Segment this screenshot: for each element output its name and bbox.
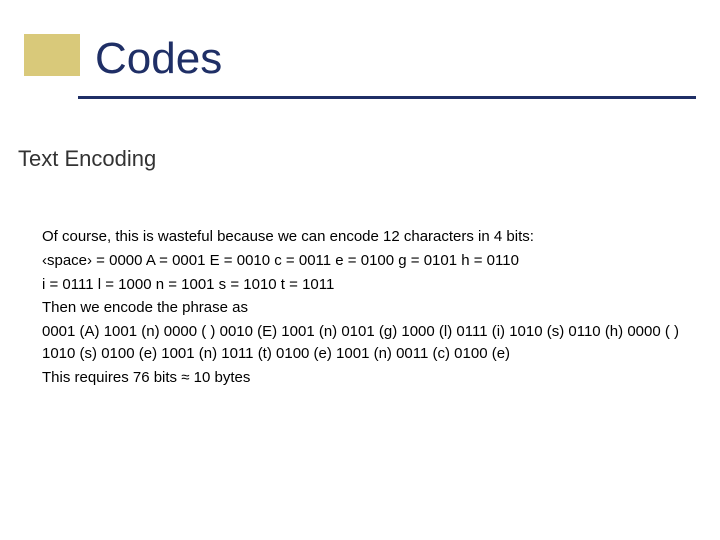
slide-subtitle: Text Encoding bbox=[18, 146, 156, 172]
slide: Codes Text Encoding Of course, this is w… bbox=[0, 0, 720, 540]
body-line-3: i = 0111 l = 1000 n = 1001 s = 1010 t = … bbox=[42, 274, 682, 296]
body-line-4: Then we encode the phrase as bbox=[42, 297, 682, 319]
body-line-2: ‹space› = 0000 A = 0001 E = 0010 c = 001… bbox=[42, 250, 682, 272]
slide-title: Codes bbox=[95, 34, 222, 84]
accent-block-icon bbox=[24, 34, 80, 76]
body-line-5: 0001 (A) 1001 (n) 0000 ( ) 0010 (E) 1001… bbox=[42, 321, 682, 365]
body-line-1: Of course, this is wasteful because we c… bbox=[42, 226, 682, 248]
slide-body: Of course, this is wasteful because we c… bbox=[42, 226, 682, 390]
body-line-6: This requires 76 bits ≈ 10 bytes bbox=[42, 367, 682, 389]
title-rule bbox=[78, 96, 696, 99]
